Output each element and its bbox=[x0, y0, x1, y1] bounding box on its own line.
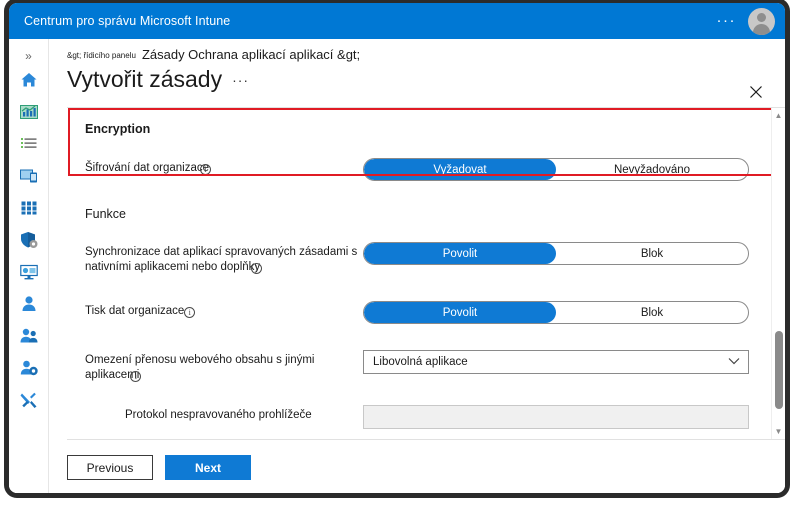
label-synchronizace-dat: Synchronizace dat aplikací spravovaných … bbox=[85, 242, 363, 275]
toggle-option-vyzadovat[interactable]: Vyžadovat bbox=[364, 159, 556, 180]
form-scroll-area: Encryption Šifrování dat organizacei Vyž… bbox=[67, 108, 771, 439]
field-row-unmanaged-browser-protocol: Protokol nespravovaného prohlížeče bbox=[85, 405, 771, 429]
field-row-print-org-data: Tisk dat organizace i Povolit Blok bbox=[85, 301, 771, 324]
input-protokol-nespravovaneho-prohlizece[interactable] bbox=[363, 405, 749, 429]
sidebar-expand-icon[interactable]: » bbox=[25, 45, 32, 67]
section-title-encryption: Encryption bbox=[85, 122, 151, 136]
control-encryption-toggle: Vyžadovat Nevyžadováno bbox=[363, 158, 753, 181]
wizard-footer: Previous Next bbox=[67, 439, 785, 493]
home-icon[interactable] bbox=[16, 67, 42, 93]
dashboard-icon[interactable] bbox=[16, 99, 42, 125]
scroll-down-arrow-icon[interactable]: ▼ bbox=[775, 427, 783, 436]
toggle-sifrovani-dat-organizace[interactable]: Vyžadovat Nevyžadováno bbox=[363, 158, 749, 181]
groups-icon[interactable] bbox=[16, 323, 42, 349]
control-unmanaged-browser-input bbox=[363, 405, 753, 429]
tenant-administration-icon[interactable] bbox=[16, 355, 42, 381]
dropdown-omezeni-prenosu[interactable]: Libovolná aplikace bbox=[363, 350, 749, 374]
label-text: Šifrování dat organizace bbox=[85, 162, 210, 174]
control-app-data-sync-toggle: Povolit Blok bbox=[363, 242, 753, 265]
chevron-down-icon[interactable] bbox=[728, 357, 740, 368]
toggle-option-povolit[interactable]: Povolit bbox=[364, 302, 556, 323]
more-options-icon[interactable]: ··· bbox=[711, 13, 743, 28]
breadcrumb-app-protection-policies[interactable]: Zásady Ochrana aplikací aplikací &gt; bbox=[142, 47, 360, 62]
info-icon[interactable]: i bbox=[130, 371, 142, 382]
form-panel: Encryption Šifrování dat organizacei Vyž… bbox=[67, 107, 785, 439]
label-protokol-nespravovaneho-prohlizece: Protokol nespravovaného prohlížeče bbox=[85, 405, 363, 423]
field-row-encryption-org-data: Šifrování dat organizacei Vyžadovat Nevy… bbox=[85, 158, 771, 181]
page-more-options-icon[interactable]: ··· bbox=[232, 73, 249, 87]
field-row-web-content-transfer: Omezení přenosu webového obsahu s jinými… bbox=[85, 350, 771, 383]
application-window: Centrum pro správu Microsoft Intune ··· … bbox=[8, 2, 786, 494]
info-icon[interactable]: i bbox=[251, 263, 263, 274]
devices-icon[interactable] bbox=[16, 163, 42, 189]
breadcrumb: &gt; řídicího panelu Zásady Ochrana apli… bbox=[49, 39, 785, 62]
close-icon[interactable] bbox=[745, 81, 767, 103]
section-title-funkce: Funkce bbox=[85, 207, 126, 221]
page-title: Vytvořit zásady bbox=[67, 66, 223, 92]
toggle-option-blok[interactable]: Blok bbox=[556, 243, 748, 264]
dropdown-value: Libovolná aplikace bbox=[373, 356, 468, 368]
label-text: Tisk dat organizace bbox=[85, 305, 185, 317]
page-title-row: Vytvořit zásady ··· bbox=[49, 62, 785, 93]
field-row-app-data-sync: Synchronizace dat aplikací spravovaných … bbox=[85, 242, 771, 275]
scrollbar-track[interactable] bbox=[772, 120, 785, 427]
info-icon[interactable]: i bbox=[200, 164, 212, 175]
title-bar: Centrum pro správu Microsoft Intune ··· bbox=[9, 3, 785, 39]
breadcrumb-dashboard[interactable]: &gt; řídicího panelu bbox=[67, 51, 136, 60]
window-body: » &gt; řídicího panelu Zásady Ochrana ap… bbox=[9, 39, 785, 493]
previous-button[interactable]: Previous bbox=[67, 455, 153, 480]
toggle-option-povolit[interactable]: Povolit bbox=[364, 243, 556, 264]
label-text: Omezení přenosu webového obsahu s jinými… bbox=[85, 354, 315, 381]
toggle-tisk-dat-organizace[interactable]: Povolit Blok bbox=[363, 301, 749, 324]
reports-icon[interactable] bbox=[16, 259, 42, 285]
all-services-icon[interactable] bbox=[16, 131, 42, 157]
apps-icon[interactable] bbox=[16, 195, 42, 221]
control-print-toggle: Povolit Blok bbox=[363, 301, 753, 324]
toggle-option-nevyzadovano[interactable]: Nevyžadováno bbox=[556, 159, 748, 180]
main-content: &gt; řídicího panelu Zásady Ochrana apli… bbox=[49, 39, 785, 493]
avatar[interactable] bbox=[748, 7, 775, 35]
users-icon[interactable] bbox=[16, 291, 42, 317]
toggle-synchronizace-dat[interactable]: Povolit Blok bbox=[363, 242, 749, 265]
label-tisk-dat-organizace: Tisk dat organizace i bbox=[85, 301, 363, 319]
scroll-up-arrow-icon[interactable]: ▲ bbox=[775, 111, 783, 120]
control-web-content-dropdown: Libovolná aplikace bbox=[363, 350, 753, 374]
left-sidebar: » bbox=[9, 39, 49, 493]
next-button[interactable]: Next bbox=[165, 455, 251, 480]
toggle-option-blok[interactable]: Blok bbox=[556, 302, 748, 323]
info-icon[interactable]: i bbox=[184, 307, 196, 318]
troubleshooting-tools-icon[interactable] bbox=[16, 387, 42, 413]
label-text: Protokol nespravovaného prohlížeče bbox=[125, 409, 312, 421]
label-text: Synchronizace dat aplikací spravovaných … bbox=[85, 246, 358, 273]
title-bar-actions: ··· bbox=[711, 7, 786, 35]
label-sifrovani-dat-organizace: Šifrování dat organizacei bbox=[85, 158, 363, 176]
endpoint-security-shield-icon[interactable] bbox=[16, 227, 42, 253]
label-omezeni-prenosu-weboveho-obsahu: Omezení přenosu webového obsahu s jinými… bbox=[85, 350, 363, 383]
scrollbar-thumb[interactable] bbox=[775, 331, 783, 409]
app-title: Centrum pro správu Microsoft Intune bbox=[24, 14, 231, 28]
form-scrollbar[interactable]: ▲ ▼ bbox=[771, 108, 785, 439]
